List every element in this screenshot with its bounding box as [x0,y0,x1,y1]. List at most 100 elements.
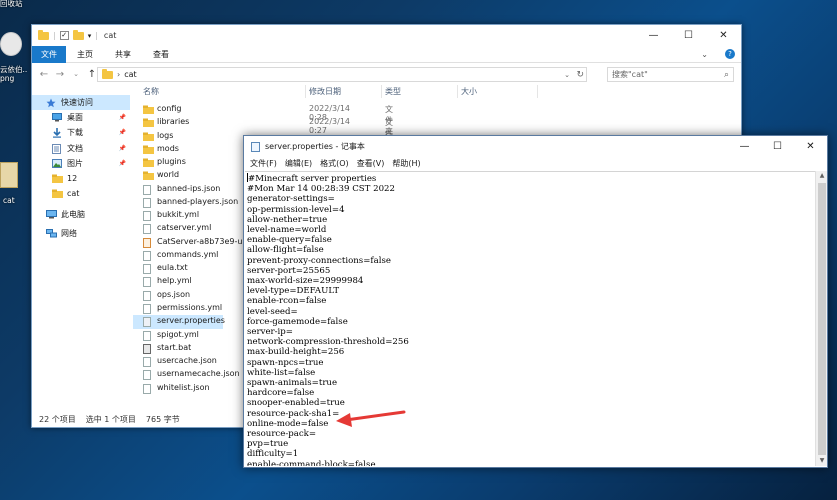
document-icon [143,211,151,223]
text-line: level-type=DEFAULT [247,286,813,296]
column-type[interactable]: 类型 [385,86,401,97]
pin-icon[interactable]: 📌 [119,160,126,167]
column-divider[interactable] [305,85,306,98]
minimize-button[interactable]: — [636,25,671,46]
address-bar[interactable]: › cat ⌄ ↻ [97,67,587,82]
folder-icon [143,132,154,143]
text-line: difficulty=1 [247,449,813,459]
explorer-titlebar[interactable]: | ✓ ▾ | cat — ☐ ✕ [32,25,741,46]
text-editor-area[interactable]: #Minecraft server properties #Mon Mar 14 … [245,171,815,466]
column-size[interactable]: 大小 [461,86,477,97]
menu-item[interactable]: 格式(O) [318,158,351,169]
menu-item[interactable]: 文件(F) [248,158,279,169]
column-name[interactable]: 名称 [143,86,159,97]
nav-item[interactable]: 文档 📌 [32,141,130,156]
pin-icon[interactable]: 📌 [119,129,126,136]
scroll-thumb[interactable] [818,183,826,455]
file-name: banned-ips.json [157,183,221,193]
breadcrumb-cat[interactable]: cat [124,70,136,79]
properties-icon[interactable]: ✓ [59,31,69,40]
nav-item[interactable]: 桌面 📌 [32,110,130,125]
nav-item[interactable]: 12 [32,171,130,186]
column-divider[interactable] [537,85,538,98]
scroll-down-icon[interactable]: ▼ [816,456,828,466]
nav-item[interactable]: 网络 [32,226,130,241]
expand-ribbon-icon[interactable]: ⌄ [690,46,719,63]
nav-item[interactable]: 此电脑 [32,207,130,222]
close-button[interactable]: ✕ [706,25,741,46]
file-row[interactable]: libraries2022/3/14 0:27文件夹 [133,116,393,149]
selected-size: 765 字节 [145,414,180,424]
file-name: ops.json [157,289,191,299]
file-name: banned-players.json [157,196,239,206]
help-icon[interactable]: ? [725,49,735,59]
text-line: white-list=false [247,368,813,378]
file-name: eula.txt [157,263,188,273]
close-button[interactable]: ✕ [794,136,827,157]
text-line: online-mode=false [247,419,813,429]
maximize-button[interactable]: ☐ [671,25,706,46]
tab-share[interactable]: 共享 [104,46,142,63]
scroll-up-icon[interactable]: ▲ [816,171,828,181]
nav-item-label: cat [67,189,80,199]
text-line-content: #Mon Mar 14 00:28:39 CST 2022 [247,184,395,195]
tab-file[interactable]: 文件 [32,45,66,63]
tab-home[interactable]: 主页 [66,46,104,63]
menu-item[interactable]: 编辑(E) [283,158,314,169]
text-line: prevent-proxy-connections=false [247,256,813,266]
vertical-scrollbar[interactable]: ▲ ▼ [815,171,827,466]
download-icon [52,128,62,139]
notepad-titlebar[interactable]: server.properties - 记事本 — ☐ ✕ [244,136,827,157]
file-name: world [157,170,180,180]
pin-icon[interactable]: 📌 [119,114,126,121]
nav-item[interactable]: 快速访问 [32,95,130,111]
file-name: logs [157,130,174,140]
text-line-content: resource-pack= [247,429,317,440]
back-icon[interactable]: ← [36,69,52,80]
java-file-icon [143,237,151,250]
column-divider[interactable] [381,85,382,98]
forward-icon[interactable]: → [52,69,68,80]
document-icon [143,383,151,396]
column-headers: 名称 修改日期 类型 大小 [133,84,741,99]
text-line-content: server-port=25565 [247,265,331,276]
column-modified[interactable]: 修改日期 [309,86,341,97]
address-row: ← → ⌄ ↑ › cat ⌄ ↻ 搜索"cat" ⌕ [32,64,741,84]
folder-icon [143,158,154,169]
nav-item[interactable]: cat [32,186,130,201]
customize-toolbar-icon[interactable]: ▾ [88,32,92,40]
navigation-pane: 快速访问 桌面 📌 下载 📌 文档 📌 图片 📌 12 cat 此电脑网络 [32,95,130,411]
address-dropdown-icon[interactable]: ⌄ [564,71,570,79]
nav-item[interactable]: 下载 📌 [32,125,130,140]
search-input[interactable]: 搜索"cat" ⌕ [607,67,734,82]
text-line-content: level-name=world [247,225,327,236]
file-name: whitelist.json [157,382,210,392]
divider: | [53,31,56,40]
minimize-button[interactable]: — [728,136,761,157]
menu-item[interactable]: 帮助(H) [390,158,422,169]
text-line: max-build-height=256 [247,347,813,357]
file-name: start.bat [157,342,192,352]
folder-desktop-icon[interactable] [0,162,18,188]
file-name: CatServer-a8b73e9-univ [157,236,255,246]
window-title: cat [103,31,117,40]
maximize-button[interactable]: ☐ [761,136,794,157]
file-row[interactable]: server.properties [133,315,225,329]
column-divider[interactable] [457,85,458,98]
nav-item[interactable]: 图片 📌 [32,156,130,171]
new-folder-icon[interactable] [72,29,84,40]
pin-icon[interactable]: 📌 [119,145,126,152]
avatar-desktop-icon[interactable] [0,32,22,56]
refresh-icon[interactable]: ↻ [576,70,584,80]
document-icon [143,357,151,369]
file-row[interactable]: config 2022/3/14 0:28 文件夹 [133,103,393,136]
text-line: op-permission-level=4 [247,205,813,215]
text-line: allow-flight=false [247,245,813,255]
config-file-icon [143,317,151,329]
recent-locations-icon[interactable]: ⌄ [68,70,84,78]
menu-item[interactable]: 查看(V) [355,158,387,169]
file-name: help.yml [157,276,192,286]
tab-view[interactable]: 查看 [142,46,180,63]
text-line: spawn-animals=true [247,378,813,388]
file-name: usercache.json [157,356,217,366]
